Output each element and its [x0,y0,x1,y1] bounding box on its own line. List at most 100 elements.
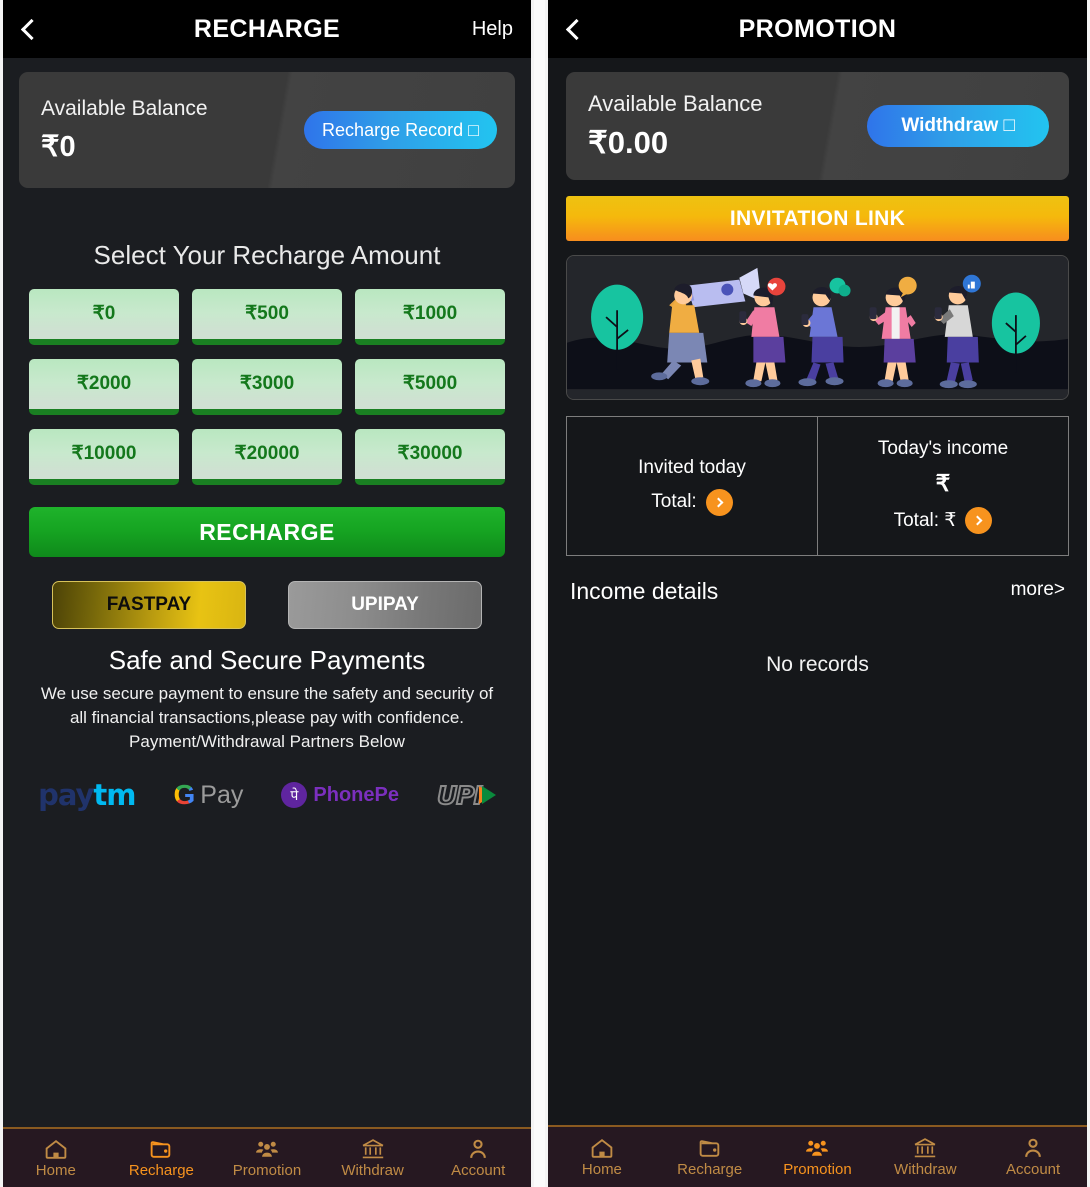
safe-line-1: We use secure payment to ensure the safe… [40,684,494,703]
nav-item-home[interactable]: Home [3,1129,109,1187]
panel-divider [534,0,545,1187]
income-details-title: Income details [570,578,719,604]
todays-income-total-label: Total: ₹ [893,510,957,531]
amount-option[interactable]: ₹1000 [355,289,505,345]
nav-item-account[interactable]: Account [425,1129,531,1187]
amount-option[interactable]: ₹30000 [355,429,505,485]
bottom-nav-right: Home Recharge Promotion Withdraw Account [548,1125,1087,1187]
safe-line-2: all financial transactions,please pay wi… [69,708,465,728]
person-icon [465,1137,491,1162]
todays-income-value: ₹ [935,470,951,496]
todays-income-card: Today's income ₹ Total: ₹ [818,417,1068,555]
nav-label: Home [581,1161,622,1179]
google-pay-label: Pay [200,780,244,809]
safe-payments-title: Safe and Secure Payments [108,645,426,675]
nav-label: Home [35,1162,76,1180]
stats-row: Invited today Total: Today's income ₹ To… [566,416,1069,556]
nav-item-home[interactable]: Home [548,1127,656,1187]
bank-icon [360,1137,386,1162]
nav-item-account[interactable]: Account [979,1127,1087,1187]
dual-screen-stage: RECHARGE Help Available Balance ₹0 Recha… [0,0,1090,1187]
recharge-record-button[interactable]: Recharge Record □ [304,111,497,149]
chevron-left-icon [565,18,588,40]
nav-label: Withdraw [894,1161,957,1179]
paytm-logo: paytm [38,778,136,813]
wallet-icon [148,1137,174,1162]
nav-label: Promotion [232,1162,302,1180]
paytm-logo-part1: pay [38,778,94,813]
page-title: RECHARGE [193,14,341,43]
recharge-content: Available Balance ₹0 Recharge Record □ S… [3,58,531,1127]
amount-grid: ₹0 ₹500 ₹1000 ₹2000 ₹3000 ₹5000 ₹10000 ₹… [3,289,531,485]
google-g-icon: G [173,779,196,811]
recharge-topbar: RECHARGE Help [3,0,531,58]
nav-item-recharge[interactable]: Recharge [109,1129,215,1187]
home-icon [43,1137,69,1162]
safe-payments-text: We use secure payment to ensure the safe… [3,682,531,754]
nav-label: Account [1005,1161,1061,1179]
nav-label: Account [451,1162,506,1180]
referral-illustration [566,255,1069,400]
nav-item-withdraw[interactable]: Withdraw [871,1127,979,1187]
upi-logo: UPI [436,780,496,811]
chevron-right-icon[interactable] [705,488,733,516]
chevron-right-icon[interactable] [965,507,993,534]
select-amount-title: Select Your Recharge Amount [93,240,441,270]
balance-card: Available Balance ₹0.00 Widthdraw □ [566,72,1069,180]
income-details-header: Income details more> [570,578,1065,605]
safe-line-3: Payment/Withdrawal Partners Below [129,732,405,752]
upipay-button[interactable]: UPIPAY [288,581,482,629]
nav-label: Promotion [783,1161,852,1179]
nav-label: Recharge [677,1161,743,1179]
nav-label: Recharge [128,1162,194,1180]
fastpay-button[interactable]: FASTPAY [52,581,246,629]
bank-icon [912,1136,938,1161]
amount-option[interactable]: ₹2000 [29,359,179,415]
nav-item-promotion[interactable]: Promotion [214,1129,320,1187]
recharge-submit-button[interactable]: RECHARGE [29,507,505,557]
amount-option[interactable]: ₹20000 [192,429,342,485]
invited-today-total-row: Total: [651,488,733,516]
back-button[interactable] [548,0,600,58]
phonepe-label: PhonePe [313,783,399,806]
help-link[interactable]: Help [472,18,513,41]
invitation-link-button[interactable]: INVITATION LINK [566,196,1069,241]
page-title: PROMOTION [738,14,897,43]
withdraw-button[interactable]: Widthdraw □ [867,105,1049,147]
invited-today-total-label: Total: [651,491,697,512]
amount-option[interactable]: ₹5000 [355,359,505,415]
promotion-content: Available Balance ₹0.00 Widthdraw □ INVI… [548,58,1087,1125]
chevron-left-icon [20,18,43,40]
recharge-screen: RECHARGE Help Available Balance ₹0 Recha… [0,0,534,1187]
income-empty-state: No records [766,653,869,676]
back-button[interactable] [3,0,55,58]
amount-option[interactable]: ₹10000 [29,429,179,485]
paytm-logo-part2: tm [93,778,136,813]
todays-income-label: Today's income [877,438,1009,459]
people-megaphone-referral-illustration [567,256,1068,399]
home-icon [589,1136,615,1161]
upi-label: UPI [436,780,484,811]
phonepe-icon: पे [281,782,308,809]
nav-item-recharge[interactable]: Recharge [656,1127,764,1187]
invited-today-card: Invited today Total: [567,417,818,555]
partner-logos: paytm G Pay पे PhonePe UPI [3,778,531,812]
amount-option[interactable]: ₹0 [29,289,179,345]
nav-label: Withdraw [341,1162,404,1180]
promotion-screen: PROMOTION Available Balance ₹0.00 Widthd… [545,0,1090,1187]
person-icon [1020,1136,1046,1161]
payment-method-row: FASTPAY UPIPAY [3,581,531,629]
amount-option[interactable]: ₹500 [192,289,342,345]
invited-today-label: Invited today [638,456,746,478]
bottom-nav-left: Home Recharge Promotion Withdraw Account [3,1127,531,1187]
todays-income-total-row: Total: ₹ [894,507,993,534]
google-pay-logo: G Pay [174,779,244,811]
balance-card: Available Balance ₹0 Recharge Record □ [19,72,515,188]
promotion-topbar: PROMOTION [548,0,1087,58]
wallet-icon [697,1136,723,1161]
amount-option[interactable]: ₹3000 [192,359,342,415]
nav-item-withdraw[interactable]: Withdraw [320,1129,426,1187]
people-icon [254,1137,280,1162]
income-details-more-link[interactable]: more> [1011,579,1065,601]
nav-item-promotion[interactable]: Promotion [764,1127,872,1187]
